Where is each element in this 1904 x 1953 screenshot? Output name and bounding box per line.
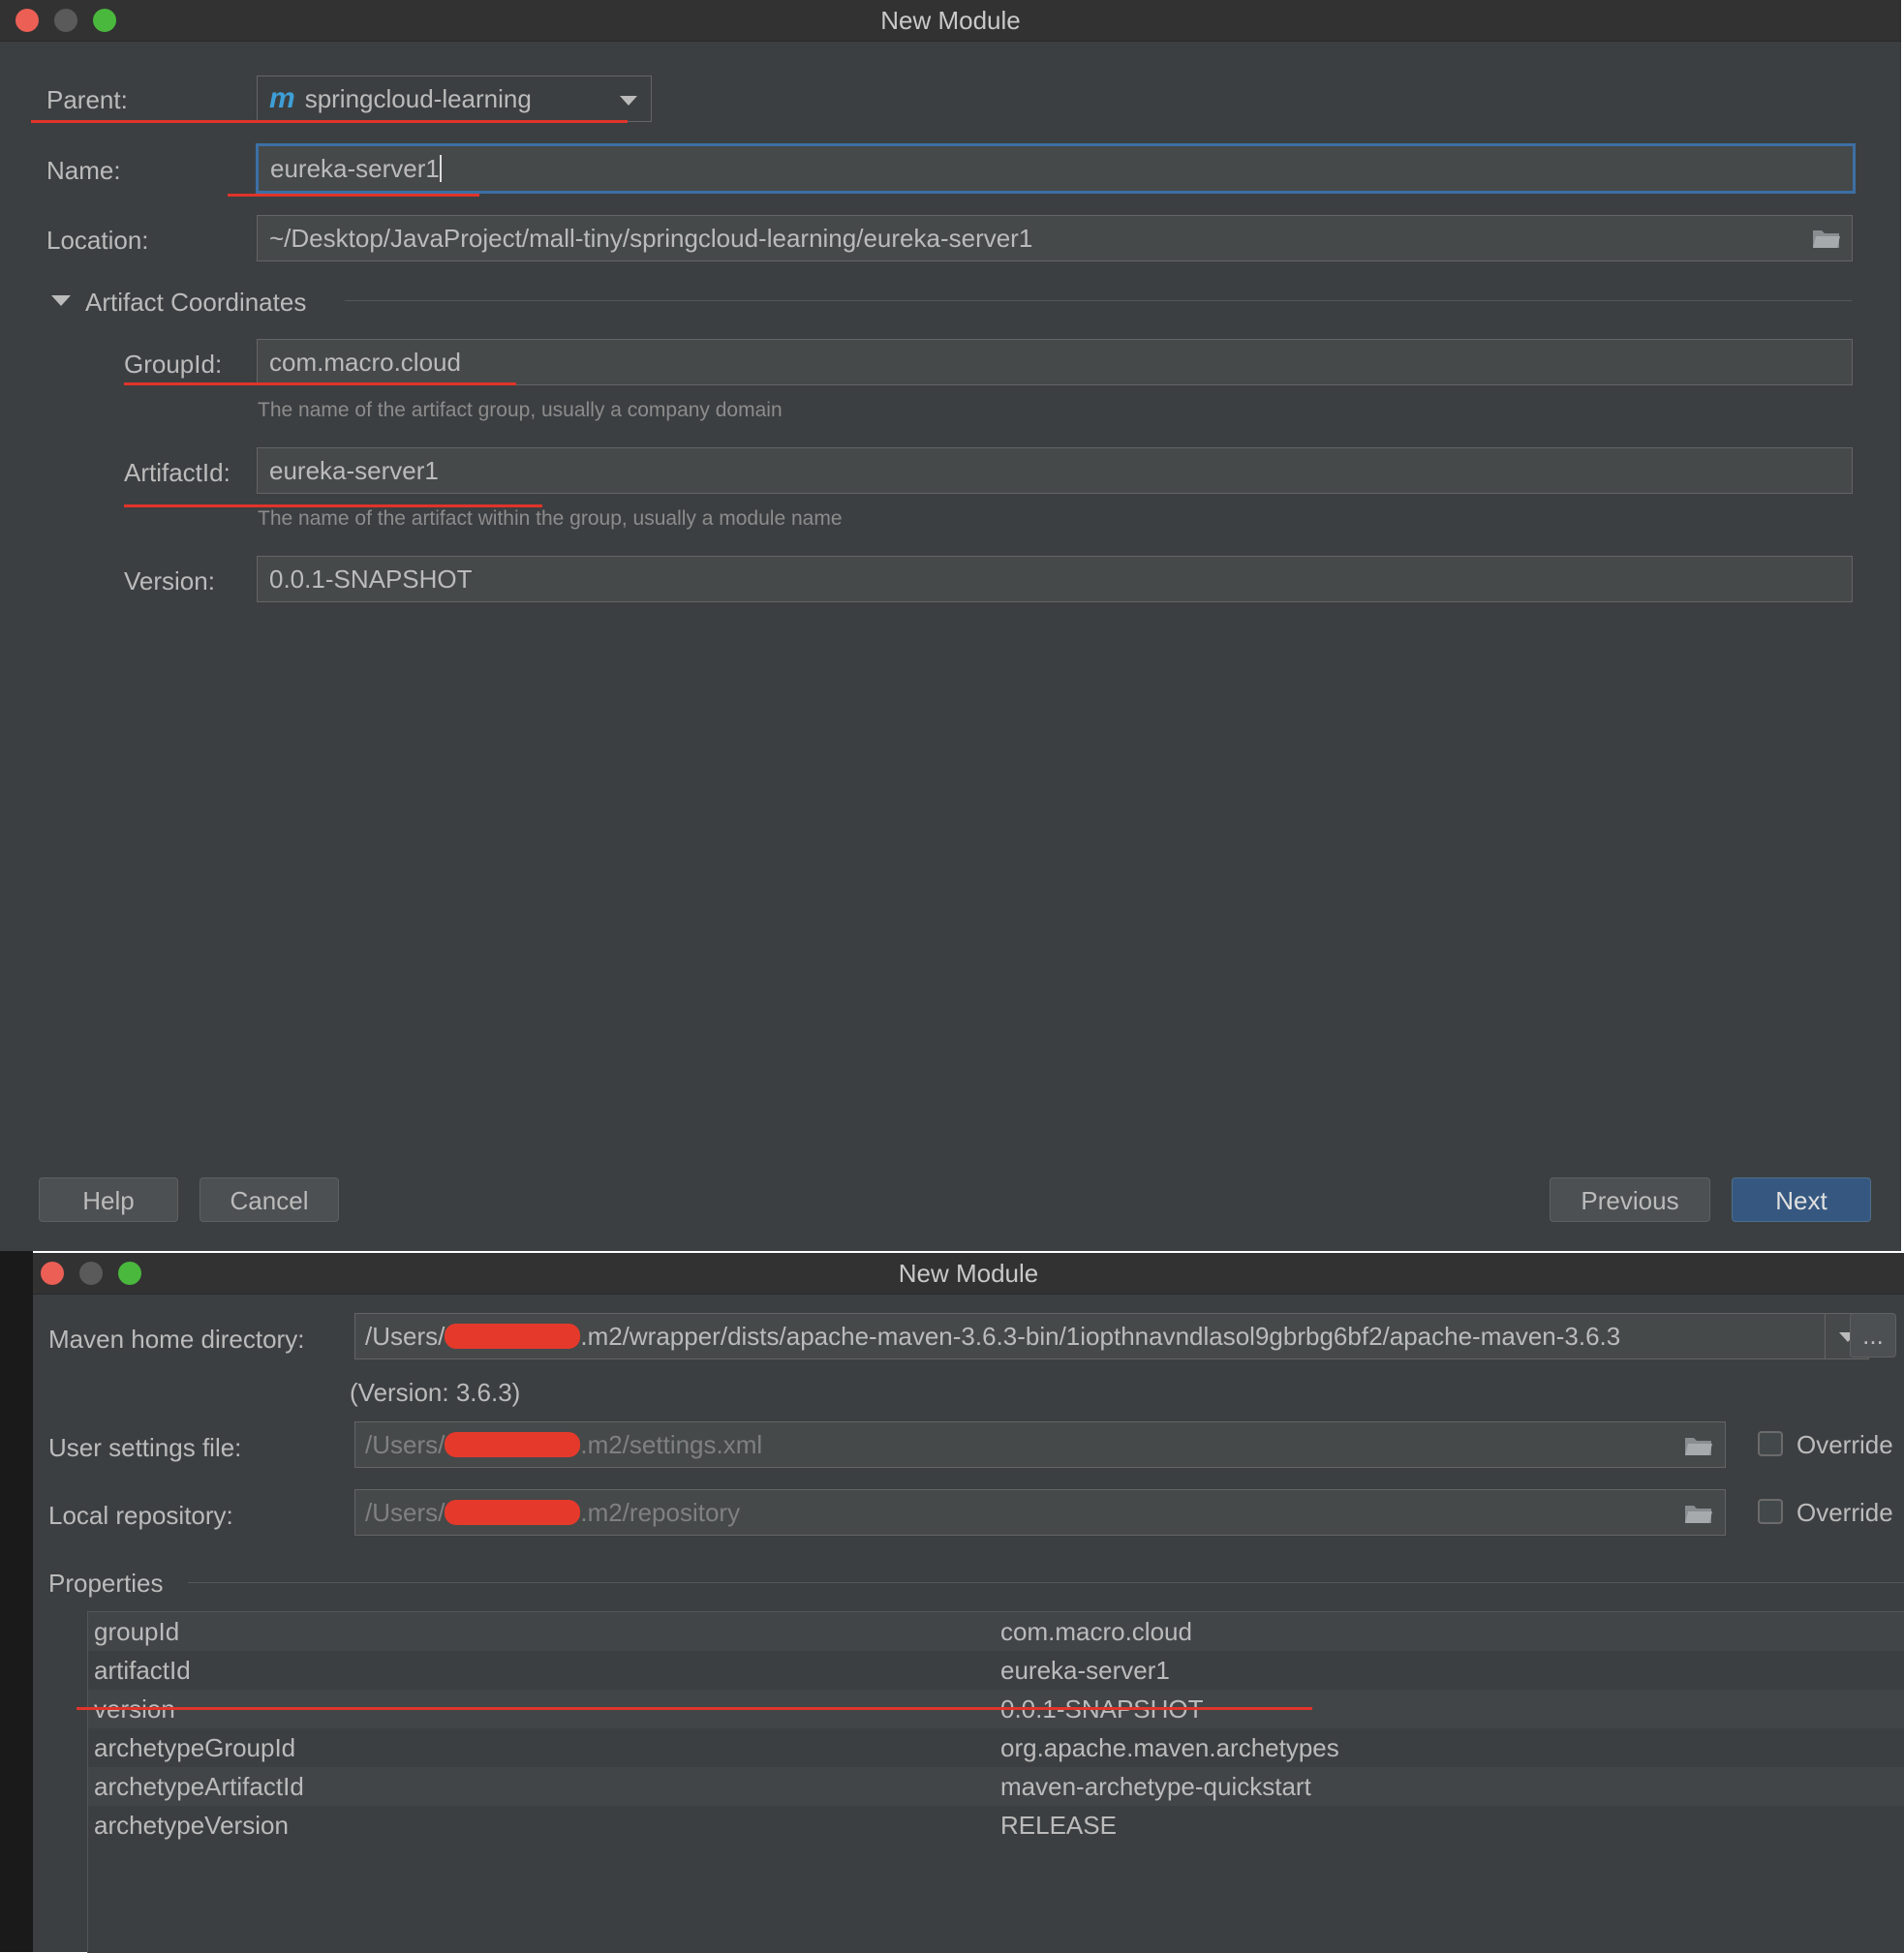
- annotation-underline-parent: [31, 120, 628, 123]
- annotation-underline-groupid: [124, 382, 516, 385]
- maximize-window-button[interactable]: [93, 9, 116, 32]
- property-value: eureka-server1: [1000, 1656, 1170, 1685]
- minimize-window-button[interactable]: [79, 1262, 103, 1285]
- table-row[interactable]: groupId com.macro.cloud: [88, 1612, 1904, 1651]
- properties-title: Properties: [48, 1569, 164, 1598]
- window-titlebar: New Module: [0, 0, 1901, 42]
- property-value: com.macro.cloud: [1000, 1617, 1192, 1646]
- next-button[interactable]: Next: [1732, 1177, 1871, 1222]
- version-input[interactable]: 0.0.1-SNAPSHOT: [257, 556, 1853, 602]
- local-repo-input[interactable]: /Users/ .m2/repository: [354, 1489, 1726, 1536]
- maven-home-suffix: .m2/wrapper/dists/apache-maven-3.6.3-bin…: [580, 1321, 1621, 1351]
- folder-icon[interactable]: [1812, 228, 1841, 249]
- local-repo-label: Local repository:: [48, 1501, 233, 1530]
- properties-table: groupId com.macro.cloud artifactId eurek…: [77, 1611, 1904, 1953]
- artifactid-value: eureka-server1: [269, 455, 439, 485]
- maven-home-prefix: /Users/: [365, 1321, 445, 1351]
- property-value: maven-archetype-quickstart: [1000, 1772, 1311, 1801]
- groupid-label: GroupId:: [124, 350, 223, 379]
- parent-value: springcloud-learning: [304, 83, 532, 113]
- groupid-value: com.macro.cloud: [269, 347, 461, 377]
- chevron-down-icon: [620, 96, 637, 106]
- local-repo-prefix: /Users/: [365, 1497, 445, 1527]
- artifact-coordinates-title: Artifact Coordinates: [85, 288, 307, 317]
- groupid-hint: The name of the artifact group, usually …: [258, 399, 783, 421]
- maven-version-text: (Version: 3.6.3): [350, 1378, 521, 1407]
- local-repo-override-checkbox[interactable]: [1758, 1499, 1783, 1524]
- maximize-window-button[interactable]: [118, 1262, 141, 1285]
- folder-icon[interactable]: [1684, 1503, 1713, 1524]
- previous-button[interactable]: Previous: [1550, 1177, 1710, 1222]
- properties-divider: [188, 1582, 1904, 1583]
- collapse-triangle-icon[interactable]: [51, 295, 71, 306]
- property-value: org.apache.maven.archetypes: [1000, 1733, 1339, 1762]
- property-key: archetypeArtifactId: [94, 1772, 304, 1801]
- user-settings-suffix: .m2/settings.xml: [580, 1429, 763, 1459]
- user-settings-override-label: Override: [1797, 1430, 1893, 1459]
- redacted-username: [445, 1324, 581, 1349]
- name-value: eureka-server1: [270, 153, 440, 183]
- user-settings-label: User settings file:: [48, 1433, 242, 1462]
- location-label: Location:: [46, 226, 149, 255]
- version-label: Version:: [124, 566, 215, 595]
- table-row[interactable]: archetypeGroupId org.apache.maven.archet…: [88, 1728, 1904, 1767]
- table-row[interactable]: archetypeArtifactId maven-archetype-quic…: [88, 1767, 1904, 1806]
- window-title: New Module: [880, 6, 1021, 35]
- window-title: New Module: [898, 1259, 1039, 1288]
- maven-m-icon: m: [269, 82, 295, 114]
- redacted-username: [445, 1432, 581, 1457]
- local-repo-override-label: Override: [1797, 1498, 1893, 1527]
- artifactid-hint: The name of the artifact within the grou…: [258, 507, 843, 530]
- groupid-input[interactable]: com.macro.cloud: [257, 339, 1853, 385]
- artifactid-label: ArtifactId:: [124, 458, 230, 487]
- annotation-strikethrough-version: [77, 1707, 1312, 1710]
- annotation-underline-name: [228, 194, 479, 197]
- property-key: archetypeVersion: [94, 1811, 289, 1840]
- background-strip: [0, 1251, 33, 1952]
- maven-home-label: Maven home directory:: [48, 1325, 305, 1354]
- name-label: Name:: [46, 156, 121, 185]
- redacted-username: [445, 1500, 581, 1525]
- dropdown-divider: [1825, 1314, 1826, 1358]
- folder-icon[interactable]: [1684, 1435, 1713, 1456]
- new-module-window-bottom: New Module Maven home directory: /Users/…: [33, 1253, 1904, 1953]
- help-button[interactable]: Help: [39, 1177, 178, 1222]
- property-key: archetypeGroupId: [94, 1733, 296, 1762]
- property-key: groupId: [94, 1617, 180, 1646]
- window-titlebar: New Module: [33, 1253, 1904, 1295]
- cancel-button[interactable]: Cancel: [200, 1177, 339, 1222]
- section-divider: [345, 300, 1852, 301]
- artifactid-input[interactable]: eureka-server1: [257, 447, 1853, 494]
- property-key: artifactId: [94, 1656, 191, 1685]
- new-module-window-top: New Module Parent: m springcloud-learnin…: [0, 0, 1901, 1251]
- table-row[interactable]: artifactId eureka-server1: [88, 1651, 1904, 1690]
- user-settings-override-checkbox[interactable]: [1758, 1431, 1783, 1456]
- table-row[interactable]: archetypeVersion RELEASE: [88, 1806, 1904, 1845]
- close-window-button[interactable]: [41, 1262, 64, 1285]
- user-settings-prefix: /Users/: [365, 1429, 445, 1459]
- maven-home-combobox[interactable]: /Users/ .m2/wrapper/dists/apache-maven-3.…: [354, 1313, 1869, 1359]
- local-repo-suffix: .m2/repository: [580, 1497, 741, 1527]
- close-window-button[interactable]: [15, 9, 39, 32]
- browse-maven-home-button[interactable]: ...: [1850, 1313, 1896, 1358]
- parent-dropdown[interactable]: m springcloud-learning: [257, 76, 652, 122]
- parent-label: Parent:: [46, 85, 128, 114]
- minimize-window-button[interactable]: [54, 9, 77, 32]
- property-value: RELEASE: [1000, 1811, 1117, 1840]
- user-settings-input[interactable]: /Users/ .m2/settings.xml: [354, 1421, 1726, 1468]
- text-cursor: [439, 155, 442, 182]
- name-input[interactable]: eureka-server1: [256, 143, 1856, 194]
- location-value: ~/Desktop/JavaProject/mall-tiny/springcl…: [269, 223, 1033, 253]
- location-input[interactable]: ~/Desktop/JavaProject/mall-tiny/springcl…: [257, 215, 1853, 261]
- version-value: 0.0.1-SNAPSHOT: [269, 564, 473, 594]
